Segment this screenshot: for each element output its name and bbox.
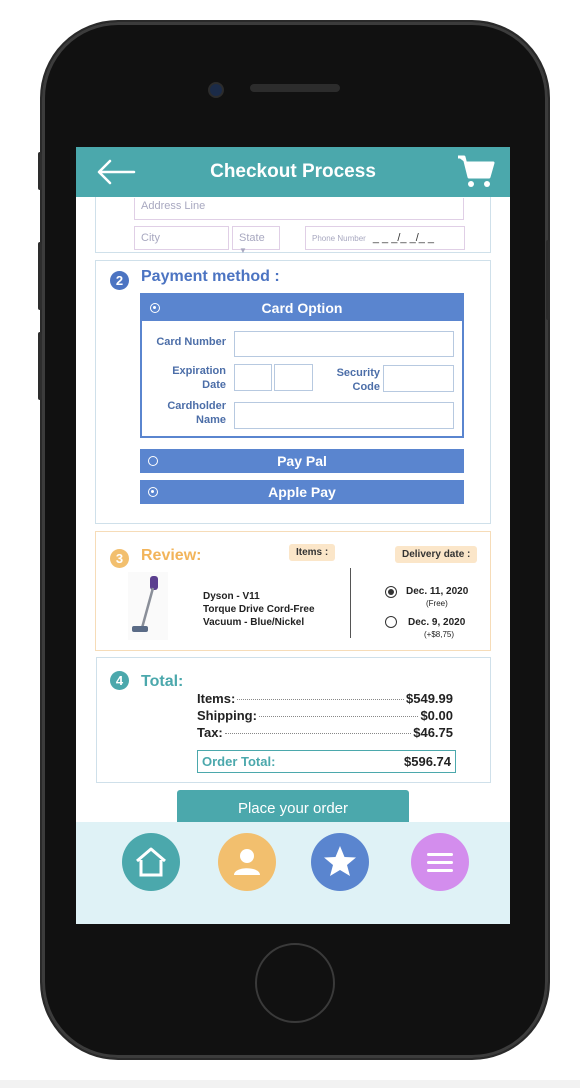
review-title: Review: <box>141 547 202 564</box>
card-option-header[interactable]: Card Option <box>142 295 462 321</box>
place-order-button[interactable]: Place your order <box>177 790 409 822</box>
app-screen: Checkout Process Address Line City State… <box>76 147 510 924</box>
tab-favorites[interactable] <box>311 833 369 891</box>
card-number-input[interactable] <box>234 331 454 357</box>
items-total-leader <box>237 699 404 700</box>
review-divider <box>350 568 351 638</box>
expiration-label-line2: Date <box>202 379 226 391</box>
product-line3: Vacuum - Blue/Nickel <box>203 617 305 628</box>
shipping-leader <box>258 716 419 717</box>
checkout-scroll-area[interactable]: Address Line City State ▼ Phone Number _… <box>76 197 510 822</box>
expiration-month-input[interactable] <box>234 364 272 391</box>
items-tag: Items : <box>289 544 336 561</box>
volume-down-button <box>38 332 42 400</box>
order-total-label: Order Total: <box>202 754 276 769</box>
tab-menu[interactable] <box>411 833 469 891</box>
card-option-panel: Card Option Card Number Expiration Date … <box>140 293 464 438</box>
mute-switch <box>38 152 42 190</box>
shipping-label: Shipping: <box>197 708 257 723</box>
step-2-badge: 2 <box>110 271 129 290</box>
bottom-tab-bar <box>76 822 510 924</box>
expiration-label-line1: Expiration <box>172 365 226 377</box>
earpiece-speaker <box>250 84 340 92</box>
delivery-date-tag: Delivery date : <box>395 546 478 563</box>
security-code-label-line1: Security <box>336 367 380 379</box>
card-option-radio[interactable] <box>150 303 160 313</box>
step-4-badge: 4 <box>110 671 129 690</box>
card-option-label: Card Option <box>261 300 343 316</box>
tax-label: Tax: <box>197 725 223 740</box>
tax-value: $46.75 <box>413 725 453 740</box>
delivery-option-1-radio[interactable] <box>385 586 397 598</box>
state-select-label: State <box>239 232 265 244</box>
app-header: Checkout Process <box>76 147 510 197</box>
step-3-badge: 3 <box>110 549 129 568</box>
address-card: Address Line City State ▼ Phone Number _… <box>95 197 491 255</box>
payment-method-title: Payment method : <box>141 268 280 285</box>
order-total-value: $596.74 <box>404 754 451 769</box>
applepay-label: Apple Pay <box>268 484 336 500</box>
card-number-label: Card Number <box>156 336 226 348</box>
tab-profile[interactable] <box>218 833 276 891</box>
total-title: Total: <box>141 673 184 690</box>
front-camera <box>208 82 224 98</box>
chevron-down-icon: ▼ <box>239 246 247 255</box>
phone-number-mask: _ _ _/_ _/_ _ <box>372 232 435 244</box>
paypal-radio[interactable] <box>148 456 158 466</box>
shipping-value: $0.00 <box>420 708 453 723</box>
paypal-label: Pay Pal <box>277 453 327 469</box>
phone-number-label: Phone Number <box>312 234 366 243</box>
paypal-option[interactable]: Pay Pal <box>140 449 464 473</box>
expiration-year-input[interactable] <box>274 364 313 391</box>
product-line1: Dyson - V11 <box>203 591 260 602</box>
phone-number-input[interactable]: Phone Number _ _ _/_ _/_ _ <box>305 226 465 250</box>
user-icon <box>234 849 260 875</box>
security-code-label-line2: Code <box>352 381 381 393</box>
delivery-option-1-note: (Free) <box>426 599 448 608</box>
items-total-label: Items: <box>197 691 236 706</box>
items-total-row: Items: $549.99 <box>197 691 453 706</box>
cardholder-name-input[interactable] <box>234 402 454 429</box>
applepay-radio[interactable] <box>148 487 158 497</box>
tax-row: Tax: $46.75 <box>197 725 453 740</box>
total-card: 4 Total: Items: $549.99 Shipping: $0.00 … <box>96 657 491 783</box>
page-bottom-band <box>0 1080 580 1088</box>
volume-up-button <box>38 242 42 310</box>
home-icon <box>136 847 166 877</box>
tax-leader <box>224 733 412 734</box>
applepay-option[interactable]: Apple Pay <box>140 480 464 504</box>
shipping-row: Shipping: $0.00 <box>197 708 453 723</box>
cardholder-label-line1: Cardholder <box>167 400 226 412</box>
state-select[interactable]: State ▼ <box>232 226 280 255</box>
order-total-box: Order Total: $596.74 <box>197 750 456 773</box>
product-line2: Torque Drive Cord-Free <box>203 604 315 615</box>
menu-icon <box>427 853 453 872</box>
tab-home[interactable] <box>122 833 180 891</box>
security-code-input[interactable] <box>383 365 454 392</box>
city-input[interactable]: City <box>134 226 229 250</box>
delivery-option-2-note: (+$8,75) <box>424 630 455 639</box>
review-card: 3 Review: Items : Delivery date : Dyson … <box>95 531 491 651</box>
items-total-value: $549.99 <box>406 691 453 706</box>
cardholder-label-line2: Name <box>196 414 226 426</box>
home-button[interactable] <box>255 943 335 1023</box>
address-line-input[interactable]: Address Line <box>134 198 464 220</box>
power-button <box>546 240 550 320</box>
vacuum-product-image <box>128 572 168 640</box>
page-title: Checkout Process <box>210 161 376 182</box>
star-icon <box>324 846 356 876</box>
delivery-option-2-radio[interactable] <box>385 616 397 628</box>
cart-icon[interactable] <box>456 153 496 189</box>
